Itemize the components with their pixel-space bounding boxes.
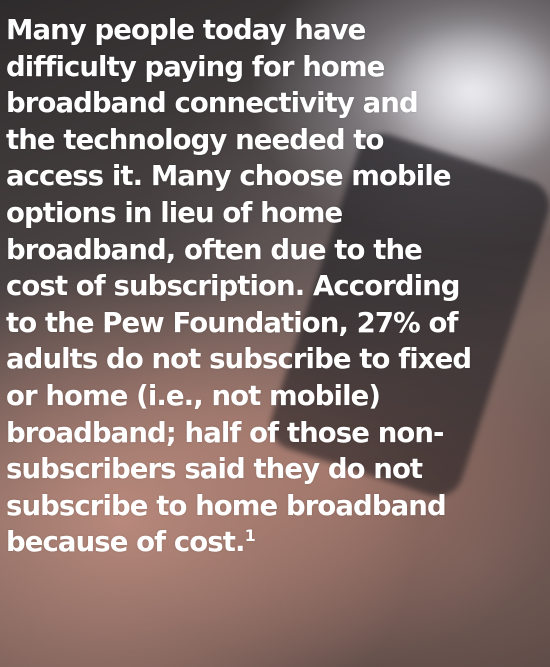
paragraph-text: Many people today have difficulty paying…: [6, 14, 472, 559]
footnote-marker: 1: [244, 526, 256, 546]
body-paragraph: Many people today have difficulty paying…: [6, 12, 550, 561]
